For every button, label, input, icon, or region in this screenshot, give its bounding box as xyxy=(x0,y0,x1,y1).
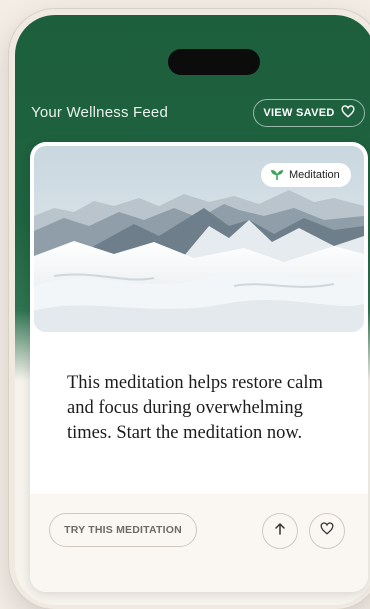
wellness-card: Meditation This meditation helps restore… xyxy=(30,142,368,592)
card-actions: TRY THIS MEDITATION xyxy=(30,494,368,592)
try-meditation-label: TRY THIS MEDITATION xyxy=(64,524,182,536)
mountain-image: Meditation xyxy=(34,146,364,332)
dynamic-island xyxy=(168,49,260,75)
heart-icon xyxy=(320,522,334,540)
arrow-up-icon xyxy=(273,522,287,541)
view-saved-button[interactable]: VIEW SAVED xyxy=(253,99,365,127)
upvote-button[interactable] xyxy=(262,513,298,549)
heart-icon xyxy=(341,105,355,121)
like-button[interactable] xyxy=(309,513,345,549)
category-tag: Meditation xyxy=(261,163,351,187)
page-title: Your Wellness Feed xyxy=(31,104,169,121)
category-tag-label: Meditation xyxy=(289,169,340,181)
card-description: This meditation helps restore calm and f… xyxy=(67,373,323,443)
view-saved-label: VIEW SAVED xyxy=(263,107,335,119)
sprout-icon xyxy=(270,168,284,183)
try-meditation-button[interactable]: TRY THIS MEDITATION xyxy=(49,513,197,547)
